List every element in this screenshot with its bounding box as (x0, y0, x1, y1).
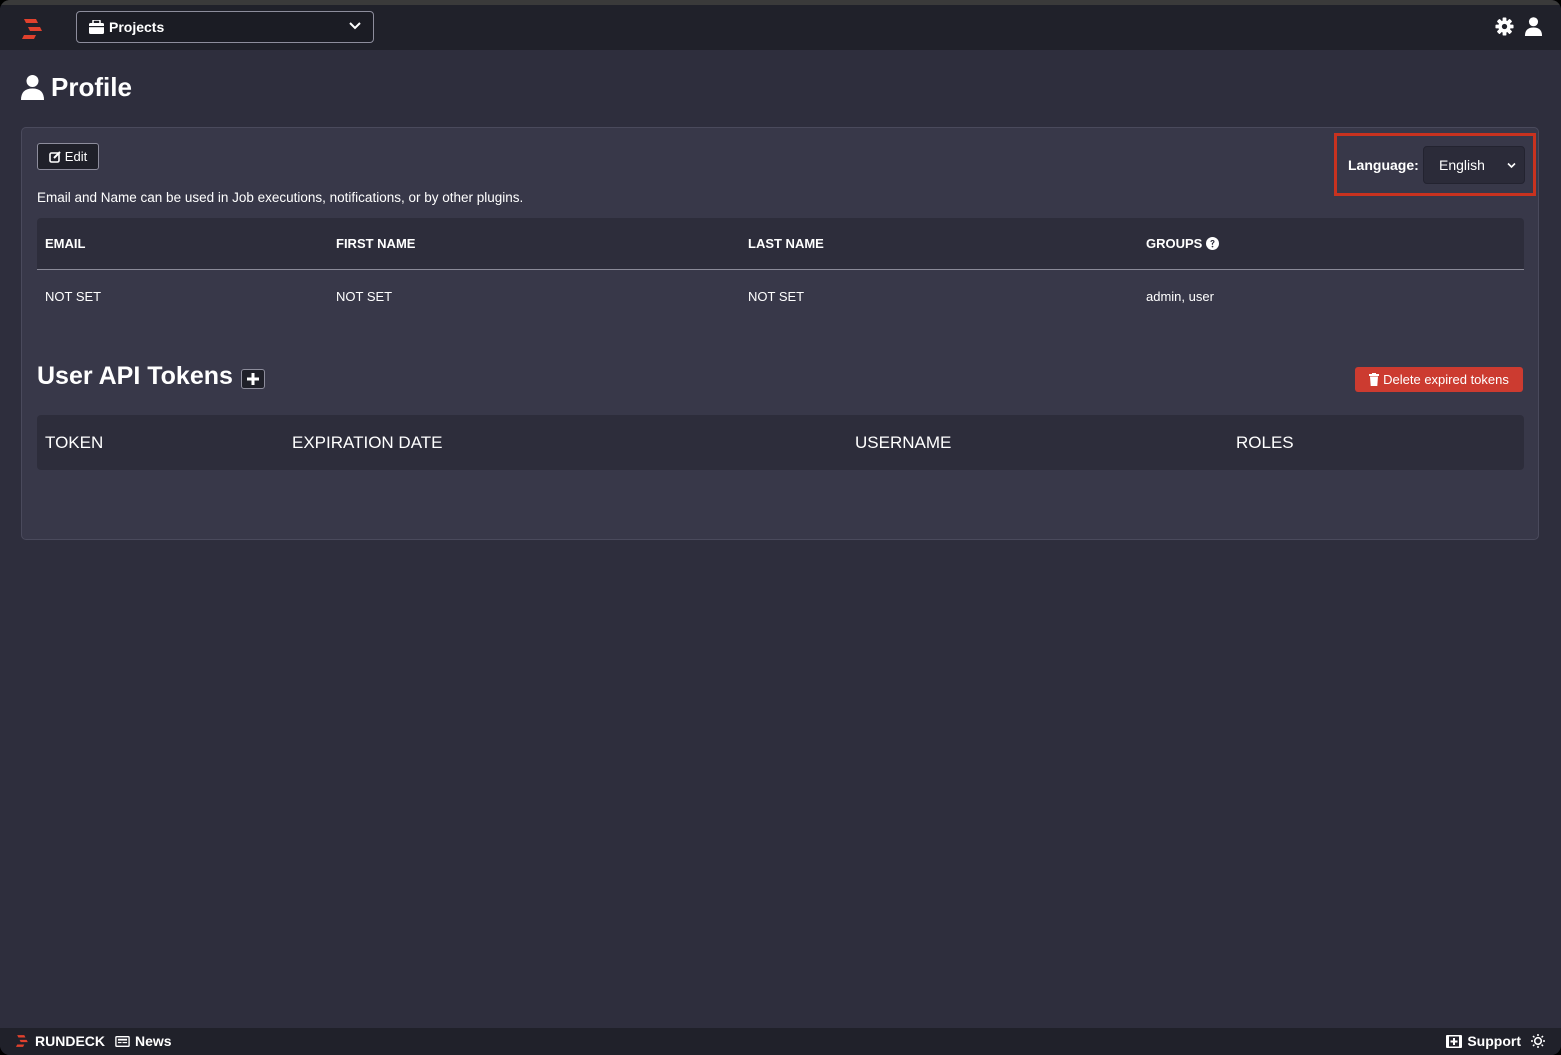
last-name-value: NOT SET (748, 288, 805, 304)
delete-expired-tokens-label: Delete expired tokens (1383, 372, 1509, 387)
projects-label: Projects (109, 19, 165, 35)
language-value: English (1439, 157, 1485, 173)
first-name-value: NOT SET (336, 288, 393, 304)
footer-brand-link[interactable]: RUNDECK (35, 1033, 105, 1049)
gear-icon[interactable] (1495, 17, 1514, 36)
app-window: Projects Profile Edit Language: English … (0, 0, 1561, 1055)
footer-support-link[interactable]: Support (1467, 1033, 1521, 1049)
edit-button-label: Edit (64, 149, 88, 164)
api-tokens-heading: User API Tokens (37, 362, 265, 391)
footer-bar: RUNDECK News Support (0, 1028, 1561, 1055)
language-label: Language: (1348, 157, 1419, 173)
language-highlight-box: Language: English (1334, 133, 1536, 196)
column-header-roles: ROLES (1236, 432, 1294, 452)
profile-table: EMAIL FIRST NAME LAST NAME GROUPS NOT SE… (37, 218, 1524, 322)
column-header-email: EMAIL (45, 236, 86, 251)
user-icon[interactable] (1524, 17, 1543, 36)
rundeck-logo-icon[interactable] (22, 19, 44, 39)
briefcase-icon (89, 20, 104, 34)
column-header-first-name: FIRST NAME (336, 236, 416, 251)
add-token-button[interactable] (240, 368, 265, 389)
top-navbar: Projects (0, 5, 1561, 50)
user-icon (21, 75, 44, 100)
edit-icon (48, 150, 61, 163)
column-header-expiration-date: EXPIRATION DATE (292, 432, 443, 452)
column-header-groups: GROUPS (1146, 218, 1220, 269)
projects-dropdown[interactable]: Projects (76, 11, 374, 43)
chevron-down-icon (349, 22, 361, 30)
page-title: Profile (21, 72, 132, 103)
footer-news-link[interactable]: News (135, 1033, 172, 1049)
api-tokens-title: User API Tokens (37, 362, 233, 390)
support-icon (1446, 1034, 1463, 1048)
newspaper-icon (115, 1035, 130, 1047)
email-value: NOT SET (45, 288, 102, 304)
groups-value: admin, user (1146, 288, 1214, 304)
page-title-text: Profile (51, 72, 132, 102)
edit-button[interactable]: Edit (37, 143, 99, 170)
rundeck-logo-icon (16, 1035, 28, 1047)
profile-table-row: NOT SET NOT SET NOT SET admin, user (37, 270, 1524, 322)
delete-expired-tokens-button[interactable]: Delete expired tokens (1355, 367, 1523, 392)
chevron-down-icon (1507, 162, 1516, 169)
profile-description: Email and Name can be used in Job execut… (37, 190, 524, 205)
profile-table-header: EMAIL FIRST NAME LAST NAME GROUPS (37, 218, 1524, 270)
profile-card: Edit Language: English Email and Name ca… (21, 127, 1539, 540)
help-circle-icon[interactable] (1206, 237, 1220, 250)
theme-toggle-icon[interactable] (1531, 1034, 1545, 1048)
plus-icon (246, 372, 259, 385)
language-select[interactable]: English (1423, 146, 1525, 184)
tokens-table-header: TOKEN EXPIRATION DATE USERNAME ROLES (37, 415, 1524, 470)
trash-icon (1369, 373, 1380, 386)
column-header-username: USERNAME (855, 432, 952, 452)
column-header-token: TOKEN (45, 432, 104, 452)
column-header-last-name: LAST NAME (748, 236, 824, 251)
